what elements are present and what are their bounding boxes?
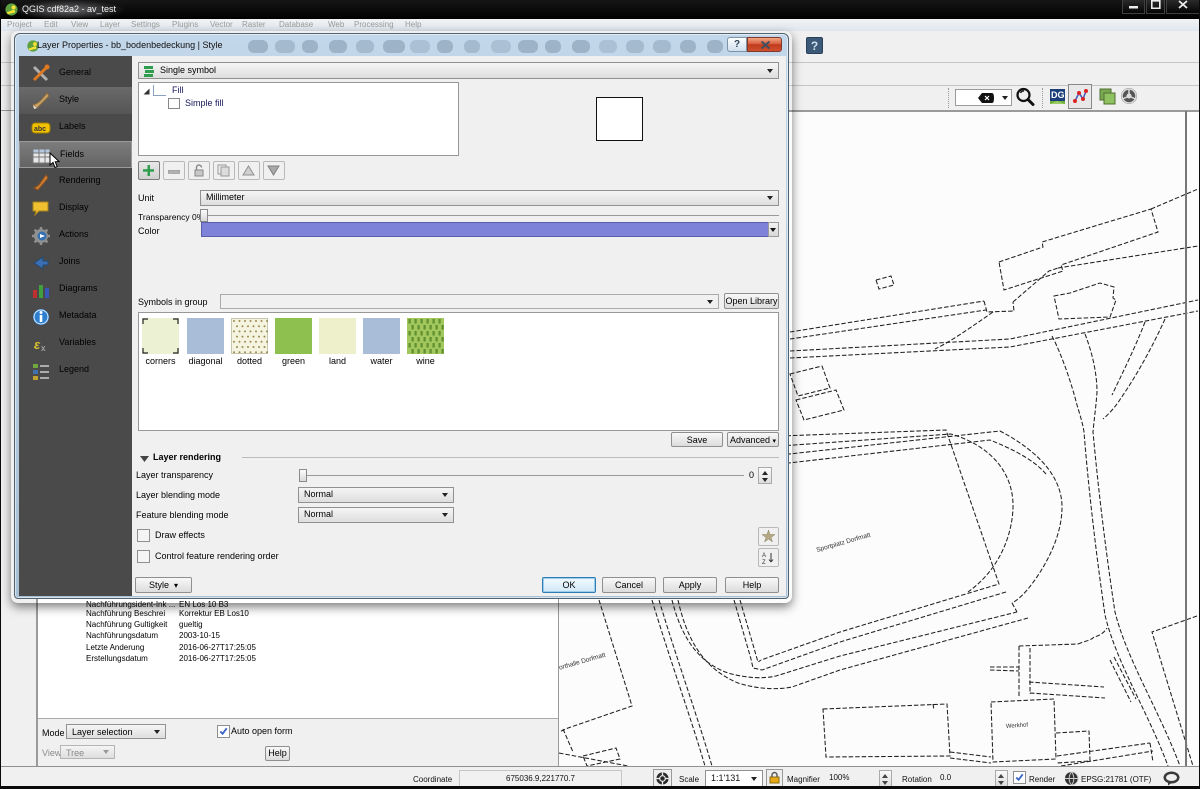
svg-text:A: A	[762, 553, 766, 559]
svg-text:Werkhof: Werkhof	[1006, 722, 1029, 730]
svg-text:Z: Z	[762, 560, 766, 564]
svg-text:DG: DG	[1051, 90, 1065, 100]
svg-text:x: x	[41, 343, 46, 353]
svg-text:abc: abc	[34, 126, 46, 133]
svg-text:ε: ε	[34, 337, 41, 352]
svg-text:Sporthalle Dorfmatt: Sporthalle Dorfmatt	[551, 652, 607, 674]
svg-text:Sportplatz Dorfmatt: Sportplatz Dorfmatt	[816, 532, 872, 554]
